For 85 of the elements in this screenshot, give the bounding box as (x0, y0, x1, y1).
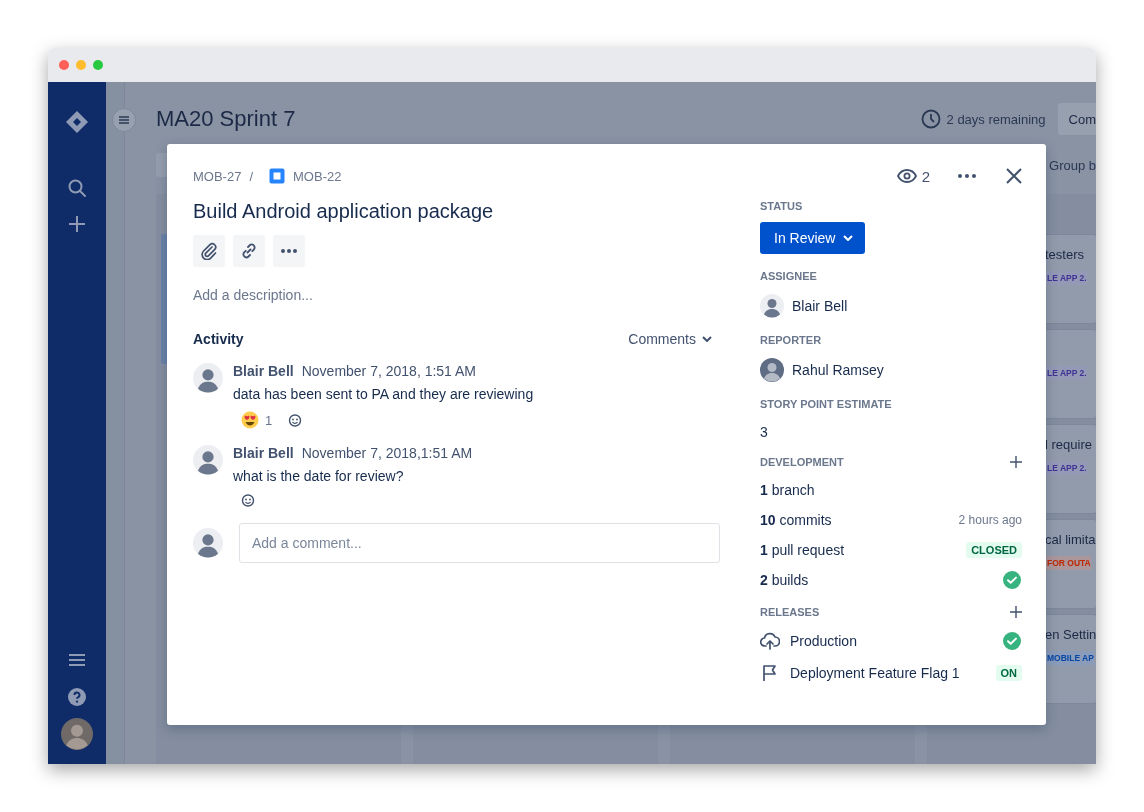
description-field[interactable]: Add a description... (193, 287, 313, 303)
add-reaction-button[interactable] (288, 413, 303, 427)
smiley-icon (288, 413, 303, 427)
assignee-name[interactable]: Blair Bell (792, 298, 848, 314)
field-label: ASSIGNEE (760, 270, 818, 282)
field-label: STATUS (760, 200, 804, 212)
cloud-upload-icon (760, 632, 780, 650)
field-label: DEVELOPMENT (760, 456, 845, 468)
comment-field[interactable]: Add a comment... (239, 523, 720, 563)
plus-icon[interactable] (67, 214, 87, 234)
release-link[interactable]: Deployment Feature Flag 1 (790, 665, 986, 681)
development-link[interactable]: 1 pull request (760, 542, 967, 558)
card-title: cal limita (1045, 532, 1096, 549)
smiley-icon (241, 493, 255, 507)
reaction-button[interactable]: 1 (241, 411, 273, 429)
avatar (193, 363, 223, 393)
epic-tag: LE APP 2. (1045, 271, 1087, 285)
field-label: REPORTER (760, 334, 823, 346)
development-link[interactable]: 2 builds (760, 572, 1002, 588)
avatar (760, 294, 784, 318)
reporter-name[interactable]: Rahul Ramsey (792, 362, 884, 378)
time-remaining: 2 days remaining (946, 111, 1046, 127)
search-icon[interactable] (67, 178, 87, 198)
field-label: RELEASES (760, 606, 821, 618)
avatar (760, 358, 784, 382)
card-title: en Settin (1045, 627, 1096, 644)
menu-icon[interactable] (68, 652, 86, 668)
plus-icon[interactable] (1010, 606, 1022, 618)
comment-text: what is the date for review? (233, 468, 405, 484)
watch-button[interactable]: 2 (896, 167, 930, 185)
status-dropdown[interactable]: In Review (760, 222, 866, 254)
close-button[interactable] (1006, 168, 1022, 184)
avatar[interactable] (61, 718, 93, 750)
status-lozenge: CLOSED (966, 542, 1022, 558)
more-icon (958, 174, 976, 178)
link-button[interactable] (233, 235, 265, 267)
parent-issue-link[interactable]: MOB-27 (193, 168, 242, 184)
chevron-down-icon (843, 235, 854, 241)
epic-tag: MOBILE AP (1045, 651, 1094, 665)
field-label: STORY POINT ESTIMATE (760, 398, 893, 410)
comment-author[interactable]: Blair Bell (233, 363, 294, 379)
development-link[interactable]: 1 branch (760, 482, 1022, 498)
status-lozenge: ON (995, 665, 1022, 681)
window-controls-drawing (58, 59, 104, 71)
sprint-title: MA20 Sprint 7 (156, 106, 297, 132)
comment-author[interactable]: Blair Bell (233, 445, 294, 461)
comment-text: data has been sent to PA and they are reviewing (233, 386, 534, 402)
breadcrumb-separator: / (249, 168, 254, 184)
story-points-value[interactable]: 3 (760, 424, 1022, 440)
epic-tag: LE APP 2. (1045, 366, 1087, 380)
issue-key-link[interactable]: MOB-22 (293, 168, 342, 184)
link-icon (240, 242, 258, 260)
card-title: l require (1045, 437, 1093, 454)
complete-sprint-button[interactable]: Com (1057, 103, 1096, 135)
heart-eyes-emoji-icon (241, 411, 259, 429)
comment-time: November 7, 2018,1:51 AM (301, 445, 473, 461)
close-icon (1006, 168, 1022, 184)
activity-heading: Activity (193, 331, 245, 347)
comments-filter-dropdown[interactable]: Comments (628, 331, 712, 347)
logo-icon[interactable] (65, 110, 89, 134)
chevron-down-icon (702, 336, 712, 342)
avatar (193, 528, 223, 558)
comment-time: November 7, 2018, 1:51 AM (301, 363, 477, 379)
more-icon (281, 249, 297, 253)
avatar (193, 445, 223, 475)
sidebar-toggle-button[interactable] (112, 108, 136, 132)
more-button[interactable] (273, 235, 305, 267)
updated-time: 2 hours ago (958, 513, 1022, 527)
group-by-label[interactable]: Group b (1049, 157, 1096, 173)
epic-tag: LE APP 2. (1045, 461, 1087, 475)
card-title: testers (1045, 247, 1085, 264)
add-reaction-button[interactable] (241, 493, 255, 507)
plus-icon[interactable] (1010, 456, 1022, 468)
issue-title[interactable]: Build Android application package (193, 200, 720, 223)
menu-icon (119, 116, 129, 124)
release-link[interactable]: Production (790, 633, 992, 649)
epic-tag: FOR OUTA (1045, 556, 1091, 570)
development-link[interactable]: 10 commits (760, 512, 959, 528)
eye-icon (896, 169, 917, 183)
task-icon (269, 168, 286, 184)
attach-button[interactable] (193, 235, 225, 267)
clock-icon (920, 109, 941, 129)
paperclip-icon (200, 242, 218, 260)
help-icon[interactable] (68, 688, 86, 706)
more-button[interactable] (958, 174, 976, 178)
